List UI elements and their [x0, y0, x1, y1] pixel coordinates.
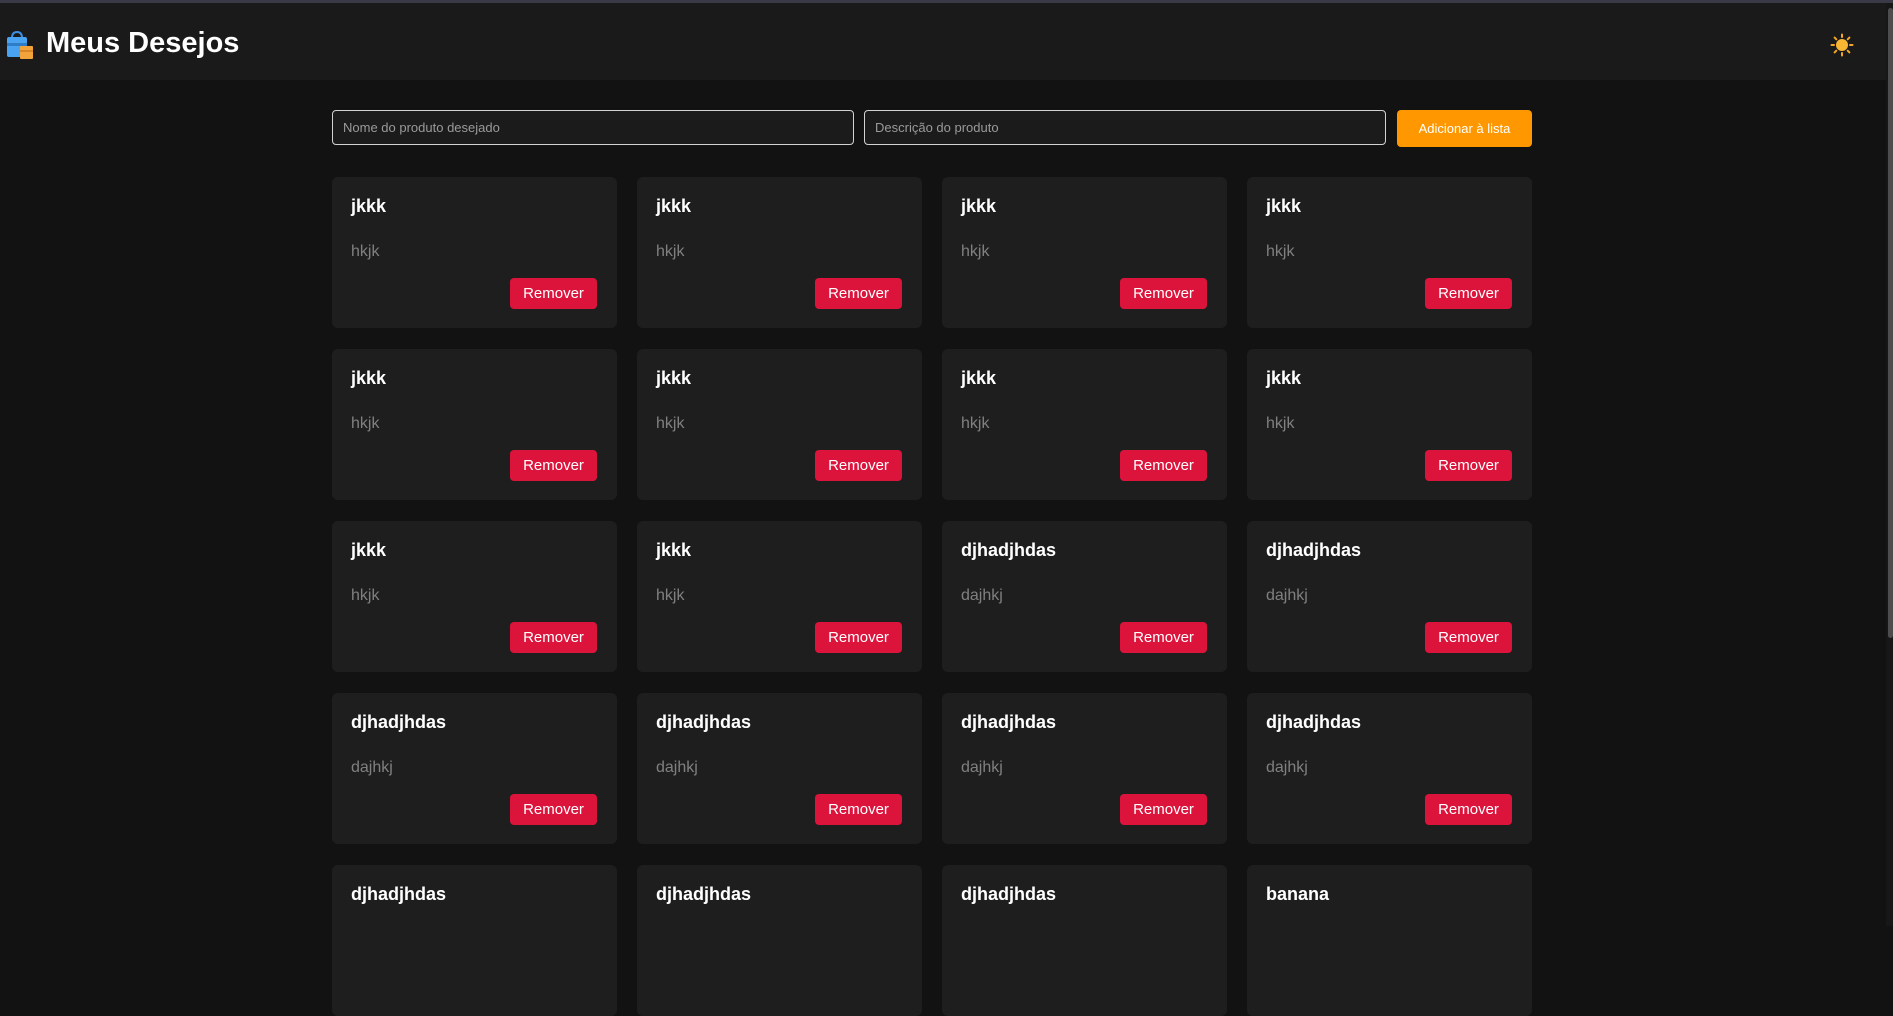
- add-to-list-button[interactable]: Adicionar à lista: [1397, 110, 1532, 147]
- wish-card-title: jkkk: [961, 196, 997, 216]
- wish-card-description: hkjk: [961, 415, 990, 432]
- wish-card-title: djhadjhdas: [961, 540, 1057, 560]
- wish-card-title: djhadjhdas: [961, 712, 1057, 732]
- remove-button[interactable]: Remover: [1425, 450, 1512, 481]
- remove-button[interactable]: Remover: [815, 450, 902, 481]
- remove-button[interactable]: Remover: [815, 278, 902, 309]
- wish-card: jkkk hkjk Remover: [942, 177, 1227, 328]
- remove-button[interactable]: Remover: [1425, 278, 1512, 309]
- wish-card: jkkk hkjk Remover: [637, 177, 922, 328]
- remove-button[interactable]: Remover: [815, 794, 902, 825]
- wish-card-title: jkkk: [656, 540, 692, 560]
- wish-card: djhadjhdas: [332, 865, 617, 1016]
- app-header: Meus Desejos: [0, 3, 1886, 80]
- wish-card-description: dajhkj: [961, 759, 1003, 776]
- remove-button[interactable]: Remover: [1120, 794, 1207, 825]
- product-name-input[interactable]: [332, 110, 854, 145]
- remove-button[interactable]: Remover: [1120, 450, 1207, 481]
- wish-card-description: hkjk: [1266, 243, 1295, 260]
- wish-card-title: jkkk: [961, 368, 997, 388]
- wish-card: djhadjhdas dajhkj Remover: [332, 693, 617, 844]
- remove-button[interactable]: Remover: [510, 794, 597, 825]
- wish-card-title: djhadjhdas: [351, 884, 447, 904]
- wish-card-description: dajhkj: [1266, 587, 1308, 604]
- remove-button[interactable]: Remover: [510, 450, 597, 481]
- wish-card-title: djhadjhdas: [351, 712, 447, 732]
- wish-card-description: hkjk: [961, 243, 990, 260]
- remove-button[interactable]: Remover: [815, 622, 902, 653]
- wish-card: djhadjhdas dajhkj Remover: [942, 521, 1227, 672]
- wish-card: djhadjhdas dajhkj Remover: [1247, 521, 1532, 672]
- wish-card-description: hkjk: [351, 587, 380, 604]
- wish-card: jkkk hkjk Remover: [942, 349, 1227, 500]
- wish-card-title: jkkk: [351, 196, 387, 216]
- page-title: Meus Desejos: [46, 27, 240, 59]
- wish-card-title: djhadjhdas: [1266, 712, 1362, 732]
- product-description-input[interactable]: [864, 110, 1386, 145]
- add-item-form: Adicionar à lista: [332, 110, 1532, 147]
- wish-card-title: djhadjhdas: [656, 712, 752, 732]
- wish-card-title: djhadjhdas: [1266, 540, 1362, 560]
- remove-button[interactable]: Remover: [1425, 794, 1512, 825]
- wish-card: jkkk hkjk Remover: [637, 349, 922, 500]
- wish-card-description: hkjk: [656, 243, 685, 260]
- wish-card: jkkk hkjk Remover: [332, 521, 617, 672]
- wish-card: jkkk hkjk Remover: [1247, 177, 1532, 328]
- wish-card-title: jkkk: [1266, 196, 1302, 216]
- wish-card-description: hkjk: [351, 243, 380, 260]
- wish-card-title: jkkk: [351, 368, 387, 388]
- wish-card-title: djhadjhdas: [656, 884, 752, 904]
- wish-card: jkkk hkjk Remover: [1247, 349, 1532, 500]
- wish-card-title: djhadjhdas: [961, 884, 1057, 904]
- wish-card: djhadjhdas: [942, 865, 1227, 1016]
- wish-card: jkkk hkjk Remover: [332, 177, 617, 328]
- wish-card-title: jkkk: [656, 368, 692, 388]
- wish-card-description: hkjk: [656, 587, 685, 604]
- wish-card-description: hkjk: [656, 415, 685, 432]
- wish-card-title: jkkk: [351, 540, 387, 560]
- wish-card-title: jkkk: [1266, 368, 1302, 388]
- wish-card-description: dajhkj: [351, 759, 393, 776]
- wish-card: jkkk hkjk Remover: [332, 349, 617, 500]
- wish-card: banana: [1247, 865, 1532, 1016]
- remove-button[interactable]: Remover: [510, 278, 597, 309]
- wish-card-title: jkkk: [656, 196, 692, 216]
- wish-card-description: hkjk: [351, 415, 380, 432]
- remove-button[interactable]: Remover: [1120, 278, 1207, 309]
- remove-button[interactable]: Remover: [1120, 622, 1207, 653]
- wish-card-description: dajhkj: [656, 759, 698, 776]
- wish-card: djhadjhdas dajhkj Remover: [1247, 693, 1532, 844]
- wish-card-description: dajhkj: [1266, 759, 1308, 776]
- wish-card: djhadjhdas dajhkj Remover: [637, 693, 922, 844]
- wish-card: jkkk hkjk Remover: [637, 521, 922, 672]
- remove-button[interactable]: Remover: [1425, 622, 1512, 653]
- sun-icon[interactable]: [1830, 33, 1854, 57]
- wish-card-description: hkjk: [1266, 415, 1295, 432]
- wish-card-title: banana: [1266, 884, 1330, 904]
- remove-button[interactable]: Remover: [510, 622, 597, 653]
- wish-card: djhadjhdas: [637, 865, 922, 1016]
- scrollbar-thumb[interactable]: [1888, 8, 1893, 638]
- wish-card-description: dajhkj: [961, 587, 1003, 604]
- wishlist-grid: jkkk hkjk Remover jkkk hkjk Remover jkkk hkjk Re…: [332, 177, 1532, 1016]
- wish-card: djhadjhdas dajhkj Remover: [942, 693, 1227, 844]
- shopping-bag-icon: [3, 29, 35, 61]
